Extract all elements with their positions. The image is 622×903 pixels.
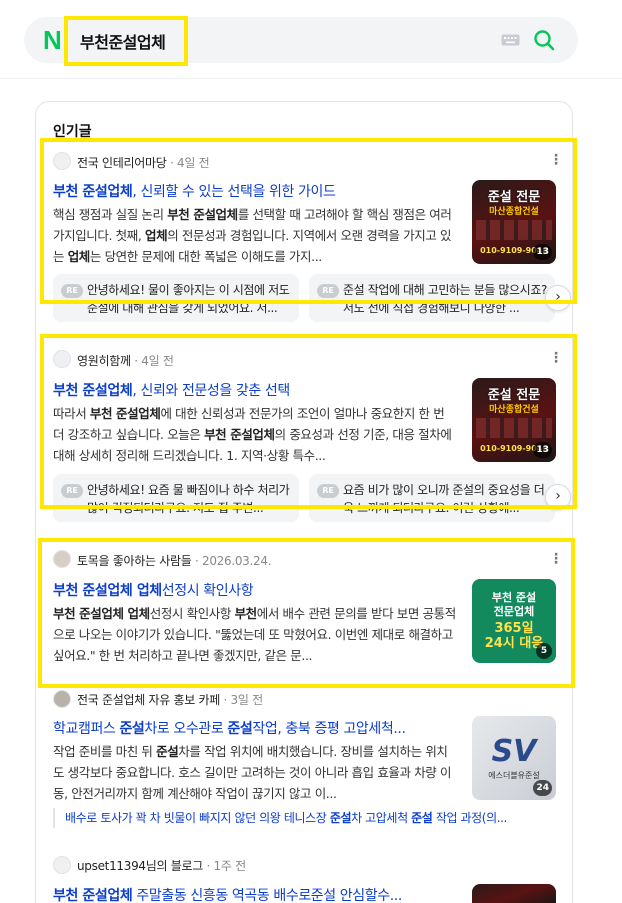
highlight-box [40,334,577,509]
post-time: 3일 전 [230,693,264,707]
source-name[interactable]: 전국 준설업체 자유 홍보 카페 [77,693,220,707]
naver-logo[interactable]: N [43,27,62,53]
avatar[interactable] [53,856,71,874]
image-count-badge: 24 [533,780,552,796]
related-link[interactable]: 배수로 토사가 꽉 차 빗물이 빠지지 않던 의왕 테니스장 준설차 고압세척 … [53,808,559,828]
keyboard-icon[interactable] [501,34,520,46]
post-source[interactable]: upset11394님의 블로그 · 1주 전 [77,857,246,874]
post-title[interactable]: 학교캠퍼스 준설차로 오수관로 준설작업, 충북 증평 고압세척... [53,718,463,738]
post-thumbnail[interactable] [472,884,556,903]
avatar[interactable] [53,690,71,708]
divider [0,78,622,79]
post-thumbnail[interactable]: SV 에스더블유준설 24 [472,716,556,800]
highlight-box [38,538,575,688]
highlight-box-query [64,16,188,66]
highlight-box [40,138,577,304]
post-title[interactable]: 부천 준설업체 주말출동 신흥동 역곡동 배수로준설 안심할수... [53,885,463,903]
search-icon[interactable] [533,29,555,51]
source-name[interactable]: upset11394님의 블로그 [77,859,203,873]
post-description[interactable]: 작업 준비를 마친 뒤 준설차를 작업 위치에 배치했습니다. 장비를 설치하는… [53,741,456,804]
post-time: 1주 전 [213,859,247,873]
post-source[interactable]: 전국 준설업체 자유 홍보 카페 · 3일 전 [77,691,263,708]
